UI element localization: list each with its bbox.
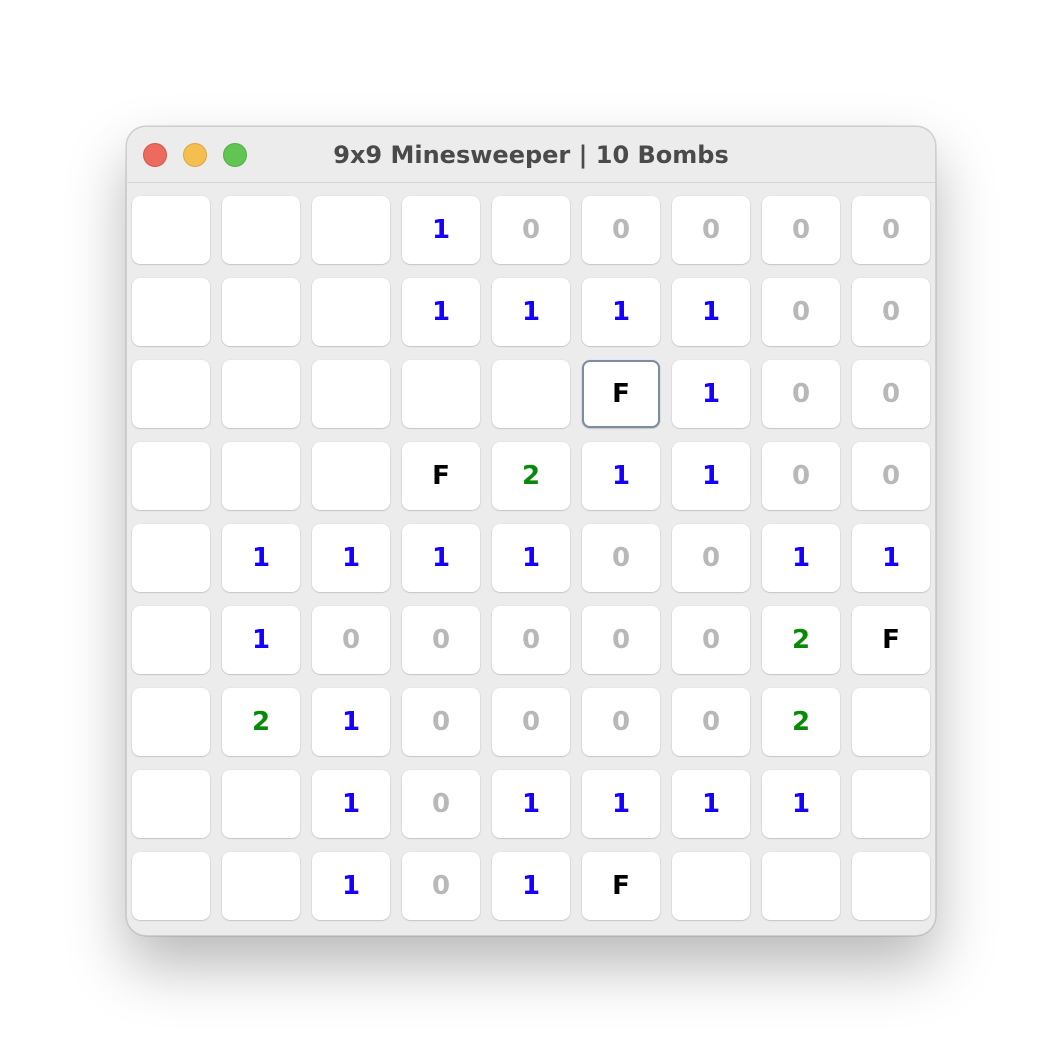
board-cell-r2-c7[interactable]: 0 — [762, 360, 840, 428]
board-cell-r7-c8[interactable] — [852, 770, 930, 838]
board-cell-r8-c5[interactable]: F — [582, 852, 660, 920]
board-cell-r5-c1[interactable]: 1 — [222, 606, 300, 674]
board-cell-r5-c4[interactable]: 0 — [492, 606, 570, 674]
window-title: 9x9 Minesweeper | 10 Bombs — [333, 141, 729, 169]
board-cell-r1-c2[interactable] — [312, 278, 390, 346]
board-cell-r5-c3[interactable]: 0 — [402, 606, 480, 674]
board-cell-r1-c1[interactable] — [222, 278, 300, 346]
board-cell-r8-c7[interactable] — [762, 852, 840, 920]
board-cell-r1-c6[interactable]: 1 — [672, 278, 750, 346]
board-cell-r0-c1[interactable] — [222, 196, 300, 264]
board-cell-r3-c1[interactable] — [222, 442, 300, 510]
board-cell-r8-c6[interactable] — [672, 852, 750, 920]
board-cell-r7-c1[interactable] — [222, 770, 300, 838]
board-cell-r0-c0[interactable] — [132, 196, 210, 264]
board-cell-r4-c8[interactable]: 1 — [852, 524, 930, 592]
close-window-button[interactable] — [143, 143, 167, 167]
board-cell-r7-c2[interactable]: 1 — [312, 770, 390, 838]
board-cell-r6-c8[interactable] — [852, 688, 930, 756]
board-cell-r4-c3[interactable]: 1 — [402, 524, 480, 592]
board-cell-r6-c4[interactable]: 0 — [492, 688, 570, 756]
board-cell-r5-c2[interactable]: 0 — [312, 606, 390, 674]
zoom-window-button[interactable] — [223, 143, 247, 167]
board-cell-r4-c0[interactable] — [132, 524, 210, 592]
board-cell-r6-c2[interactable]: 1 — [312, 688, 390, 756]
board-cell-r5-c0[interactable] — [132, 606, 210, 674]
board-cell-r6-c6[interactable]: 0 — [672, 688, 750, 756]
board-cell-r6-c3[interactable]: 0 — [402, 688, 480, 756]
board-cell-r4-c1[interactable]: 1 — [222, 524, 300, 592]
board-cell-r1-c4[interactable]: 1 — [492, 278, 570, 346]
board-cell-r6-c0[interactable] — [132, 688, 210, 756]
board-cell-r8-c1[interactable] — [222, 852, 300, 920]
board-cell-r2-c0[interactable] — [132, 360, 210, 428]
board-cell-r8-c4[interactable]: 1 — [492, 852, 570, 920]
board-cell-r5-c5[interactable]: 0 — [582, 606, 660, 674]
board-cell-r2-c5[interactable]: F — [582, 360, 660, 428]
board-cell-r1-c3[interactable]: 1 — [402, 278, 480, 346]
board-cell-r2-c1[interactable] — [222, 360, 300, 428]
board-cell-r0-c8[interactable]: 0 — [852, 196, 930, 264]
board-cell-r0-c2[interactable] — [312, 196, 390, 264]
board-cell-r7-c0[interactable] — [132, 770, 210, 838]
board-cell-r0-c6[interactable]: 0 — [672, 196, 750, 264]
board-cell-r2-c8[interactable]: 0 — [852, 360, 930, 428]
board-cell-r3-c8[interactable]: 0 — [852, 442, 930, 510]
board-cell-r4-c2[interactable]: 1 — [312, 524, 390, 592]
board-cell-r1-c7[interactable]: 0 — [762, 278, 840, 346]
board-cell-r5-c6[interactable]: 0 — [672, 606, 750, 674]
board-cell-r0-c3[interactable]: 1 — [402, 196, 480, 264]
board-cell-r7-c5[interactable]: 1 — [582, 770, 660, 838]
board-cell-r0-c7[interactable]: 0 — [762, 196, 840, 264]
board-cell-r7-c3[interactable]: 0 — [402, 770, 480, 838]
board-cell-r3-c4[interactable]: 2 — [492, 442, 570, 510]
board-cell-r1-c8[interactable]: 0 — [852, 278, 930, 346]
board-cell-r3-c7[interactable]: 0 — [762, 442, 840, 510]
board-cell-r0-c5[interactable]: 0 — [582, 196, 660, 264]
board-cell-r8-c3[interactable]: 0 — [402, 852, 480, 920]
app-window: 9x9 Minesweeper | 10 Bombs 100000111100F… — [126, 126, 936, 936]
board-cell-r4-c6[interactable]: 0 — [672, 524, 750, 592]
board-cell-r2-c6[interactable]: 1 — [672, 360, 750, 428]
board-cell-r3-c3[interactable]: F — [402, 442, 480, 510]
board-cell-r6-c5[interactable]: 0 — [582, 688, 660, 756]
board-cell-r2-c4[interactable] — [492, 360, 570, 428]
board-cell-r1-c5[interactable]: 1 — [582, 278, 660, 346]
board-cell-r3-c6[interactable]: 1 — [672, 442, 750, 510]
board-cell-r5-c8[interactable]: F — [852, 606, 930, 674]
board-cell-r7-c6[interactable]: 1 — [672, 770, 750, 838]
board-cell-r3-c0[interactable] — [132, 442, 210, 510]
board-cell-r3-c5[interactable]: 1 — [582, 442, 660, 510]
board-cell-r7-c7[interactable]: 1 — [762, 770, 840, 838]
board-cell-r6-c1[interactable]: 2 — [222, 688, 300, 756]
board-cell-r6-c7[interactable]: 2 — [762, 688, 840, 756]
board-cell-r3-c2[interactable] — [312, 442, 390, 510]
title-bar[interactable]: 9x9 Minesweeper | 10 Bombs — [127, 127, 935, 183]
board-cell-r7-c4[interactable]: 1 — [492, 770, 570, 838]
board-cell-r1-c0[interactable] — [132, 278, 210, 346]
board-cell-r4-c5[interactable]: 0 — [582, 524, 660, 592]
board-cell-r5-c7[interactable]: 2 — [762, 606, 840, 674]
minesweeper-board: 100000111100F100F21100111100111000002F21… — [132, 196, 932, 922]
board-cell-r2-c2[interactable] — [312, 360, 390, 428]
board-cell-r8-c8[interactable] — [852, 852, 930, 920]
board-cell-r4-c7[interactable]: 1 — [762, 524, 840, 592]
board-cell-r0-c4[interactable]: 0 — [492, 196, 570, 264]
board-cell-r2-c3[interactable] — [402, 360, 480, 428]
board-cell-r8-c0[interactable] — [132, 852, 210, 920]
board-cell-r8-c2[interactable]: 1 — [312, 852, 390, 920]
minimize-window-button[interactable] — [183, 143, 207, 167]
board-cell-r4-c4[interactable]: 1 — [492, 524, 570, 592]
